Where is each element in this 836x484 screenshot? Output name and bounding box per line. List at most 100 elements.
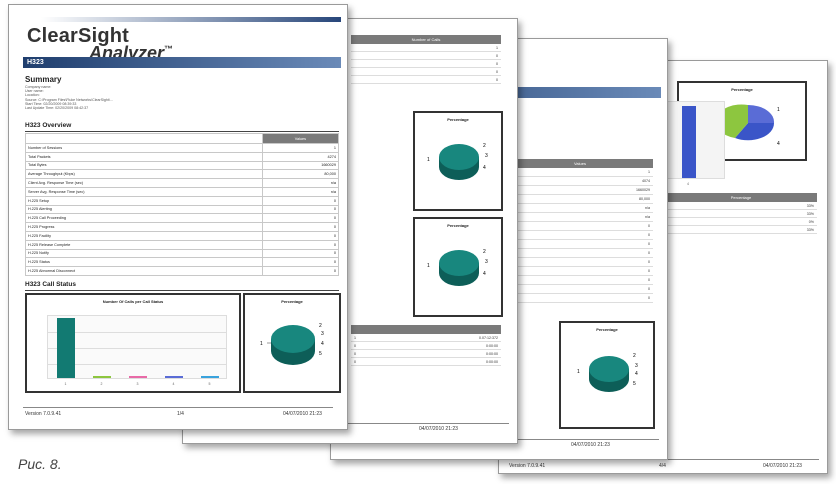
overview-row-value: 1 [261, 143, 340, 153]
page2-table-header [351, 325, 501, 334]
bar-x-tick: 4 [172, 382, 175, 386]
overview-row-label: H.225 Setup [25, 195, 263, 206]
bar-chart-title: Number Of Calls per Call Status [102, 299, 164, 304]
overview-row: Number of Sessions 1 [25, 143, 340, 153]
svg-text:4: 4 [635, 371, 638, 377]
call-status-bar-chart: Number Of Calls per Call Status 1 2 3 4 5 [25, 293, 241, 393]
overview-row-label: H.225 Notify [25, 248, 263, 259]
pie-label-4: 4 [321, 341, 324, 347]
overview-row-value: 0 [261, 222, 340, 232]
page3-pie-chart: 1 2 3 4 5 [577, 353, 638, 392]
bar-x-tick: 1 [64, 382, 67, 386]
bar-x-tick: 3 [136, 382, 139, 386]
page2-pie-title-1: Percentage [447, 117, 469, 122]
pie-label-1: 1 [260, 341, 263, 347]
svg-text:1: 1 [427, 263, 430, 269]
call-status-heading: H323 Call Status [25, 281, 76, 288]
overview-row-value: 1660029 [261, 160, 340, 171]
overview-row-value: 0 [261, 213, 340, 224]
overview-row-label: H.225 Release Complete [25, 239, 263, 250]
overview-row-value: 0 [261, 195, 340, 206]
page4-bar-label: 4 [687, 182, 689, 186]
page4-bar-plot: 4 [665, 101, 725, 186]
page2-pie-frame-2: Percentage 1 2 3 4 [413, 217, 503, 317]
footer-version: Version 7.0.9.41 [25, 411, 62, 417]
overview-table: Values Number of Sessions 1 Total Packets 4… [25, 133, 340, 276]
overview-row-value: 0 [261, 230, 340, 241]
bar-2 [93, 376, 111, 378]
page4-footer-page: 4/4 [659, 463, 666, 469]
pie-label-5: 5 [319, 351, 322, 357]
overview-row: H.225 Facility 0 [25, 230, 340, 241]
call-status-pie-chart: 1 2 3 4 5 [260, 323, 324, 365]
bar-chart-plot-area: 1 2 3 4 5 [47, 315, 227, 386]
svg-text:3: 3 [635, 363, 638, 369]
overview-row: H.225 Progress 0 [25, 222, 340, 232]
page4-pie-label-4: 4 [777, 141, 780, 147]
overview-row: H.225 Abnormal Disconnect 0 [25, 266, 340, 276]
pie-label-2: 2 [319, 323, 322, 329]
overview-row-label: Client Avg. Response Time (sec) [25, 178, 263, 188]
call-status-pie-frame: Percentage 1 2 3 4 5 [243, 293, 341, 393]
page3-pie-frame: Percentage 1 2 3 4 5 [559, 321, 655, 429]
overview-row: H.225 Setup 0 [25, 195, 340, 206]
page4-pie-label-1: 1 [777, 107, 780, 113]
overview-row-value: 0 [261, 266, 340, 276]
overview-row-label: H.225 Abnormal Disconnect [25, 266, 263, 276]
overview-row-label: H.225 Progress [25, 222, 263, 232]
bar-4 [165, 376, 183, 378]
overview-row-label: Average Throughput (Kbps) [25, 169, 263, 180]
overview-row-label: Number of Sessions [25, 143, 263, 153]
overview-row-value: n/a [261, 178, 340, 188]
overview-row-value: 0 [261, 239, 340, 250]
overview-row-value: 80,000 [261, 169, 340, 180]
summary-lines: Company name: User name: Location: Sourc… [25, 85, 113, 111]
page2-calls-rows: 1 0 0 0 0 [351, 44, 501, 84]
overview-row-value: 0 [261, 248, 340, 259]
page2-pie-frame-1: Percentage 1 2 3 4 [413, 111, 503, 211]
page4-percentage-header: Percentage [665, 193, 817, 202]
report-title-bar: H323 [23, 57, 341, 68]
bar-1 [57, 318, 75, 378]
svg-text:3: 3 [485, 153, 488, 159]
overview-row-label: Total Packets [25, 151, 263, 162]
overview-row: H.225 Call Proceeding 0 [25, 213, 340, 224]
page4-footer-version: Version 7.0.9.41 [509, 463, 546, 469]
svg-text:2: 2 [633, 353, 636, 359]
pie-chart-title: Percentage [281, 299, 303, 304]
bar-x-tick: 5 [208, 382, 211, 386]
overview-row-label: H.225 Alerting [25, 204, 263, 215]
figure-caption: Рис. 8. [18, 456, 62, 472]
page4-percentage-rows: 33% 33% 0% 33% [665, 202, 817, 234]
overview-row-label: H.225 Facility [25, 230, 263, 241]
page3-values-header: Values [507, 159, 653, 168]
overview-row: H.225 Alerting 0 [25, 204, 340, 215]
overview-row-label: H.225 Status [25, 257, 263, 268]
overview-row-value: n/a [261, 186, 340, 197]
page2-pie-title-2: Percentage [447, 223, 469, 228]
page2-table-rows: 1 0.07:12:372 0 0:00:00 0 0:00:00 0 0:00:00 [351, 334, 501, 366]
svg-text:1: 1 [577, 369, 580, 375]
overview-row-value: 0 [261, 204, 340, 215]
overview-row: H.225 Release Complete 0 [25, 239, 340, 250]
page3-values-rows: 1 4074 1660029 80,000 n/a n/a 0 0 0 0 0 … [507, 168, 653, 303]
page3-pie-title: Percentage [596, 327, 618, 332]
overview-row-label: Total Bytes [25, 160, 263, 171]
overview-row: H.225 Status 0 [25, 257, 340, 268]
page4-footer-date: 04/07/2010 21:23 [763, 463, 802, 469]
summary-heading: Summary [25, 75, 62, 84]
pie-label-3: 3 [321, 331, 324, 337]
overview-row: Total Bytes 1660029 [25, 160, 340, 171]
footer-page: 1/4 [177, 411, 184, 417]
overview-heading: H323 Overview [25, 122, 72, 129]
overview-row-value: 4274 [261, 151, 340, 162]
overview-row: Total Packets 4274 [25, 151, 340, 162]
overview-row-label: H.225 Call Proceeding [25, 213, 263, 224]
overview-row-value: 0 [261, 257, 340, 268]
overview-row: Client Avg. Response Time (sec) n/a [25, 178, 340, 188]
svg-text:1: 1 [427, 157, 430, 163]
overview-row-label: Server Avg. Response Time (sec) [25, 186, 263, 197]
svg-text:4: 4 [483, 165, 486, 171]
report-page-1: ClearSight Analyzer™ H323 Summary Compan… [8, 4, 348, 430]
logo-accent-bar [41, 17, 341, 22]
